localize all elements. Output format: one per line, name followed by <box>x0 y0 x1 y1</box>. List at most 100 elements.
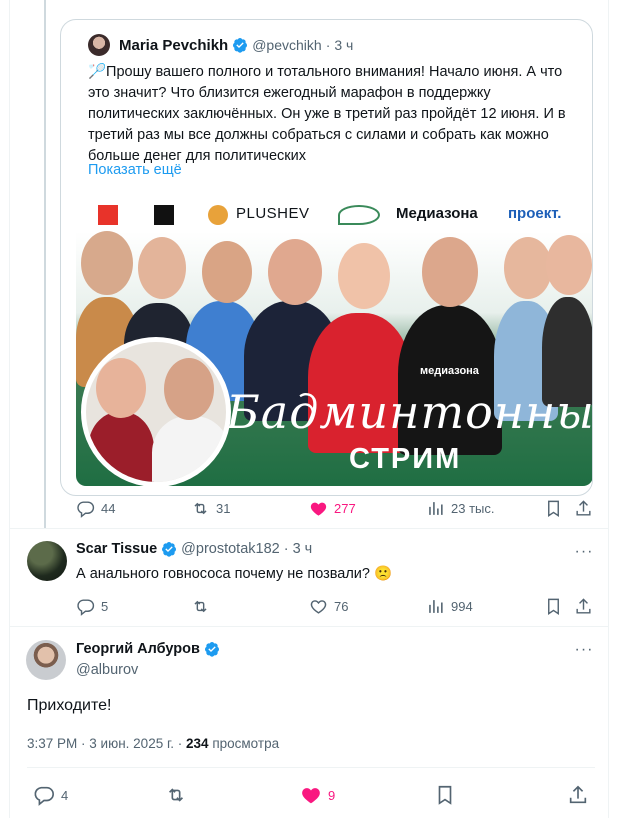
repost-icon <box>168 788 184 802</box>
person-figure <box>88 412 154 482</box>
like-button[interactable]: 9 <box>300 784 335 806</box>
person-figure <box>152 416 226 482</box>
logo-plushev: PLUSHEV <box>236 205 310 222</box>
repost-button[interactable]: 31 <box>191 499 230 518</box>
person-head <box>546 235 592 295</box>
reply-button[interactable]: 5 <box>76 597 108 616</box>
like-button[interactable]: 76 <box>309 597 348 616</box>
like-count: 9 <box>328 787 336 803</box>
quoted-tweet-card[interactable]: Maria Pevchikh @pevchikh · 3 ч 🏸Прошу ва… <box>60 19 593 496</box>
verified-icon <box>162 542 177 557</box>
views-button[interactable]: 994 <box>426 597 473 616</box>
verified-icon <box>204 642 219 657</box>
logo-proekt: проект. <box>508 205 562 222</box>
like-icon <box>302 788 320 804</box>
repost-button[interactable] <box>165 784 187 806</box>
avatar[interactable] <box>88 34 110 56</box>
like-button[interactable]: 277 <box>309 499 356 518</box>
divider <box>10 528 608 529</box>
reply-text: А анального говнососа почему не позвали?… <box>76 566 393 582</box>
separator-dot: · <box>177 736 187 751</box>
author-name[interactable]: Maria Pevchikh <box>119 37 228 54</box>
like-icon <box>310 502 327 516</box>
reply-icon <box>77 501 95 518</box>
logo-sun-icon <box>208 205 228 225</box>
divider <box>27 767 595 768</box>
views-count: 23 тыс. <box>451 501 495 516</box>
person-head <box>338 243 390 309</box>
reply-button[interactable]: 44 <box>76 499 115 518</box>
person-head <box>504 237 552 299</box>
repost-icon <box>194 502 207 515</box>
author-handle[interactable]: @alburov <box>76 662 138 678</box>
avatar[interactable] <box>27 541 67 581</box>
divider <box>10 626 608 627</box>
quoted-tweet-header: Maria Pevchikh @pevchikh · 3 ч <box>88 34 353 56</box>
person-head <box>81 231 133 295</box>
inset-circle-photo <box>81 337 231 486</box>
person-head <box>96 358 146 418</box>
separator-dot: · <box>325 37 331 53</box>
author-name[interactable]: Scar Tissue <box>76 541 157 557</box>
tweet-date[interactable]: 3 июн. 2025 г. <box>89 736 174 751</box>
reply-header: Scar Tissue @prostotak182 · 3 ч <box>76 541 312 557</box>
views-count: 234 <box>186 736 209 751</box>
tweet-media-image[interactable]: PLUSHEV Медиазона проект. медиазона Бадм… <box>76 197 593 486</box>
person-head <box>164 358 214 420</box>
views-label: просмотра <box>212 736 280 751</box>
quoted-tweet-text: 🏸Прошу вашего полного и тотального внима… <box>88 64 566 164</box>
reply-icon <box>77 599 95 616</box>
tweet-time[interactable]: 3 ч <box>293 541 313 557</box>
repost-button[interactable] <box>191 597 216 616</box>
author-handle[interactable]: @pevchikh <box>252 37 321 53</box>
person-head <box>268 239 322 305</box>
more-icon[interactable]: ··· <box>574 640 594 660</box>
more-icon[interactable]: ··· <box>574 542 594 562</box>
like-count: 76 <box>334 599 349 614</box>
separator-dot: · <box>283 541 289 557</box>
like-count: 277 <box>334 501 356 516</box>
logo-mediazona: Медиазона <box>396 205 478 222</box>
author-name[interactable]: Георгий Албуров <box>76 641 200 657</box>
author-handle[interactable]: @prostotak182 <box>181 541 280 557</box>
views-icon <box>429 502 443 515</box>
repost-count: 31 <box>216 501 231 516</box>
person-head <box>138 237 186 299</box>
bookmark-icon <box>548 500 559 517</box>
main-tweet-header: Георгий Албуров <box>76 641 220 657</box>
main-tweet-text: Приходите! <box>27 697 112 714</box>
bookmark-icon <box>438 785 452 805</box>
tweet-time[interactable]: 3 ч <box>334 37 353 53</box>
views-icon <box>429 600 443 613</box>
views-button[interactable]: 23 тыс. <box>426 499 494 518</box>
shuttlecock-icon <box>338 205 380 225</box>
share-icon <box>576 500 591 516</box>
share-button[interactable] <box>574 499 593 518</box>
thread-connector-line <box>44 0 46 528</box>
like-icon <box>310 600 327 614</box>
reply-icon <box>34 786 54 806</box>
person-head <box>422 237 478 307</box>
show-more-link[interactable]: Показать ещё <box>88 162 182 178</box>
reply-count: 5 <box>101 599 109 614</box>
bookmark-icon <box>548 598 559 615</box>
tweet-time[interactable]: 3:37 PM <box>27 736 77 751</box>
verified-icon <box>233 38 248 53</box>
share-icon <box>576 598 591 614</box>
bookmark-button[interactable] <box>434 784 456 806</box>
logo-red-icon <box>98 205 118 225</box>
share-button[interactable] <box>574 597 593 616</box>
tweet-meta: 3:37 PM · 3 июн. 2025 г. · 234 просмотра <box>27 736 279 751</box>
reply-count: 4 <box>61 787 69 803</box>
person-head <box>202 241 252 303</box>
share-button[interactable] <box>567 784 589 806</box>
reply-button[interactable]: 4 <box>33 784 68 806</box>
repost-icon <box>194 600 207 613</box>
promo-title: Бадминтонный <box>226 385 593 439</box>
share-icon <box>569 785 587 804</box>
bookmark-button[interactable] <box>544 597 563 616</box>
views-count: 994 <box>451 599 473 614</box>
bookmark-button[interactable] <box>544 499 563 518</box>
avatar[interactable] <box>26 640 66 680</box>
timeline-border-right <box>608 0 609 818</box>
